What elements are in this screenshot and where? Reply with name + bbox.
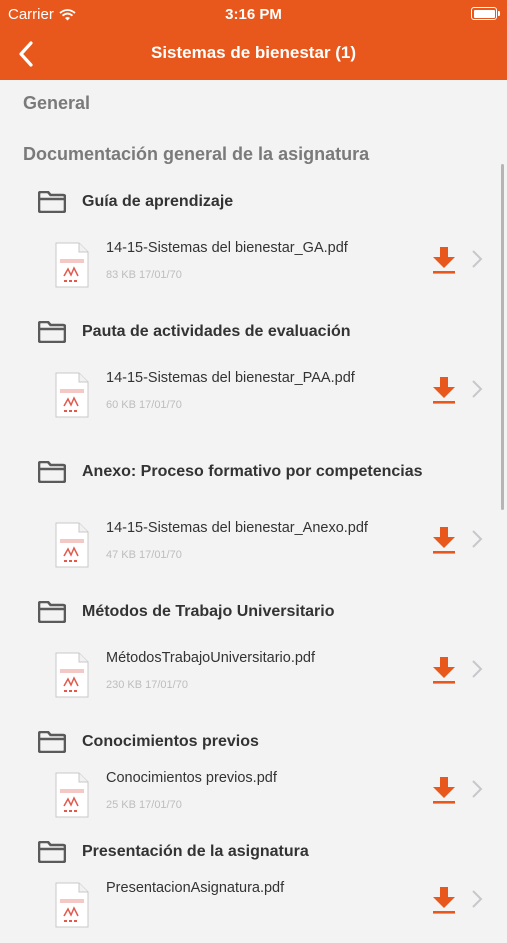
folder-row[interactable]: Conocimientos previos [38, 731, 259, 753]
pdf-file-icon [55, 242, 89, 288]
file-row[interactable]: 14-15-Sistemas del bienestar_GA.pdf 83 K… [0, 233, 507, 303]
file-meta: 230 KB 17/01/70 [106, 679, 188, 691]
page-title: Sistemas de bienestar (1) [150, 43, 357, 62]
folder-label: Pauta de actividades de evaluación [82, 323, 351, 340]
file-meta: 60 KB 17/01/70 [106, 399, 182, 411]
folder-label: Presentación de la asignatura [82, 843, 309, 860]
download-icon[interactable] [431, 775, 457, 805]
chevron-right-icon [471, 529, 483, 549]
file-meta: 47 KB 17/01/70 [106, 549, 182, 561]
section-header-documentation: Documentación general de la asignatura [23, 144, 370, 164]
pdf-file-icon [55, 372, 89, 418]
file-meta: 83 KB 17/01/70 [106, 269, 182, 281]
file-row[interactable]: PresentacionAsignatura.pdf [0, 873, 507, 943]
status-bar: Carrier 3:16 PM [0, 0, 507, 28]
folder-label: Guía de aprendizaje [82, 193, 234, 210]
folder-label: Conocimientos previos [82, 733, 259, 750]
battery-icon [471, 7, 500, 20]
file-row[interactable]: Conocimientos previos.pdf 25 KB 17/01/70 [0, 763, 507, 833]
folder-row[interactable]: Métodos de Trabajo Universitario [38, 601, 335, 623]
top-bar: Carrier 3:16 PM Sistemas de bienestar (1… [0, 0, 507, 80]
section-header-general: General [23, 93, 91, 113]
chevron-right-icon [471, 249, 483, 269]
folder-row[interactable]: Pauta de actividades de evaluación [38, 321, 351, 343]
pdf-file-icon [55, 652, 89, 698]
pdf-file-icon [55, 522, 89, 568]
pdf-file-icon [55, 882, 89, 928]
scrollbar[interactable] [501, 164, 504, 510]
folder-icon [38, 461, 66, 483]
document-list[interactable]: General Documentación general de la asig… [0, 80, 507, 900]
file-name: PresentacionAsignatura.pdf [106, 880, 285, 896]
folder-row[interactable]: Guía de aprendizaje [38, 191, 233, 213]
folder-label: Métodos de Trabajo Universitario [82, 603, 335, 620]
file-name: 14-15-Sistemas del bienestar_Anexo.pdf [106, 520, 368, 536]
folder-label: Anexo: Proceso formativo por competencia… [82, 463, 423, 480]
folder-icon [38, 841, 66, 863]
file-name: 14-15-Sistemas del bienestar_GA.pdf [106, 240, 348, 256]
back-button[interactable] [6, 34, 46, 74]
folder-row[interactable]: Presentación de la asignatura [38, 841, 309, 863]
folder-icon [38, 321, 66, 343]
file-name: Conocimientos previos.pdf [106, 770, 277, 786]
status-time: 3:16 PM [225, 6, 282, 23]
chevron-right-icon [471, 659, 483, 679]
file-row[interactable]: 14-15-Sistemas del bienestar_PAA.pdf 60 … [0, 363, 507, 433]
chevron-right-icon [471, 779, 483, 799]
chevron-left-icon [19, 41, 33, 67]
file-name: 14-15-Sistemas del bienestar_PAA.pdf [106, 370, 355, 386]
download-icon[interactable] [431, 655, 457, 685]
download-icon[interactable] [431, 375, 457, 405]
file-meta: 25 KB 17/01/70 [106, 799, 182, 811]
folder-row[interactable]: Anexo: Proceso formativo por competencia… [38, 461, 423, 483]
pdf-file-icon [55, 772, 89, 818]
chevron-right-icon [471, 889, 483, 909]
nav-bar: Sistemas de bienestar (1) [0, 28, 507, 80]
download-icon[interactable] [431, 525, 457, 555]
download-icon[interactable] [431, 245, 457, 275]
folder-icon [38, 731, 66, 753]
chevron-right-icon [471, 379, 483, 399]
folder-icon [38, 601, 66, 623]
file-name: MétodosTrabajoUniversitario.pdf [106, 650, 316, 666]
file-row[interactable]: MétodosTrabajoUniversitario.pdf 230 KB 1… [0, 643, 507, 713]
download-icon[interactable] [431, 885, 457, 915]
file-row[interactable]: 14-15-Sistemas del bienestar_Anexo.pdf 4… [0, 513, 507, 583]
folder-icon [38, 191, 66, 213]
